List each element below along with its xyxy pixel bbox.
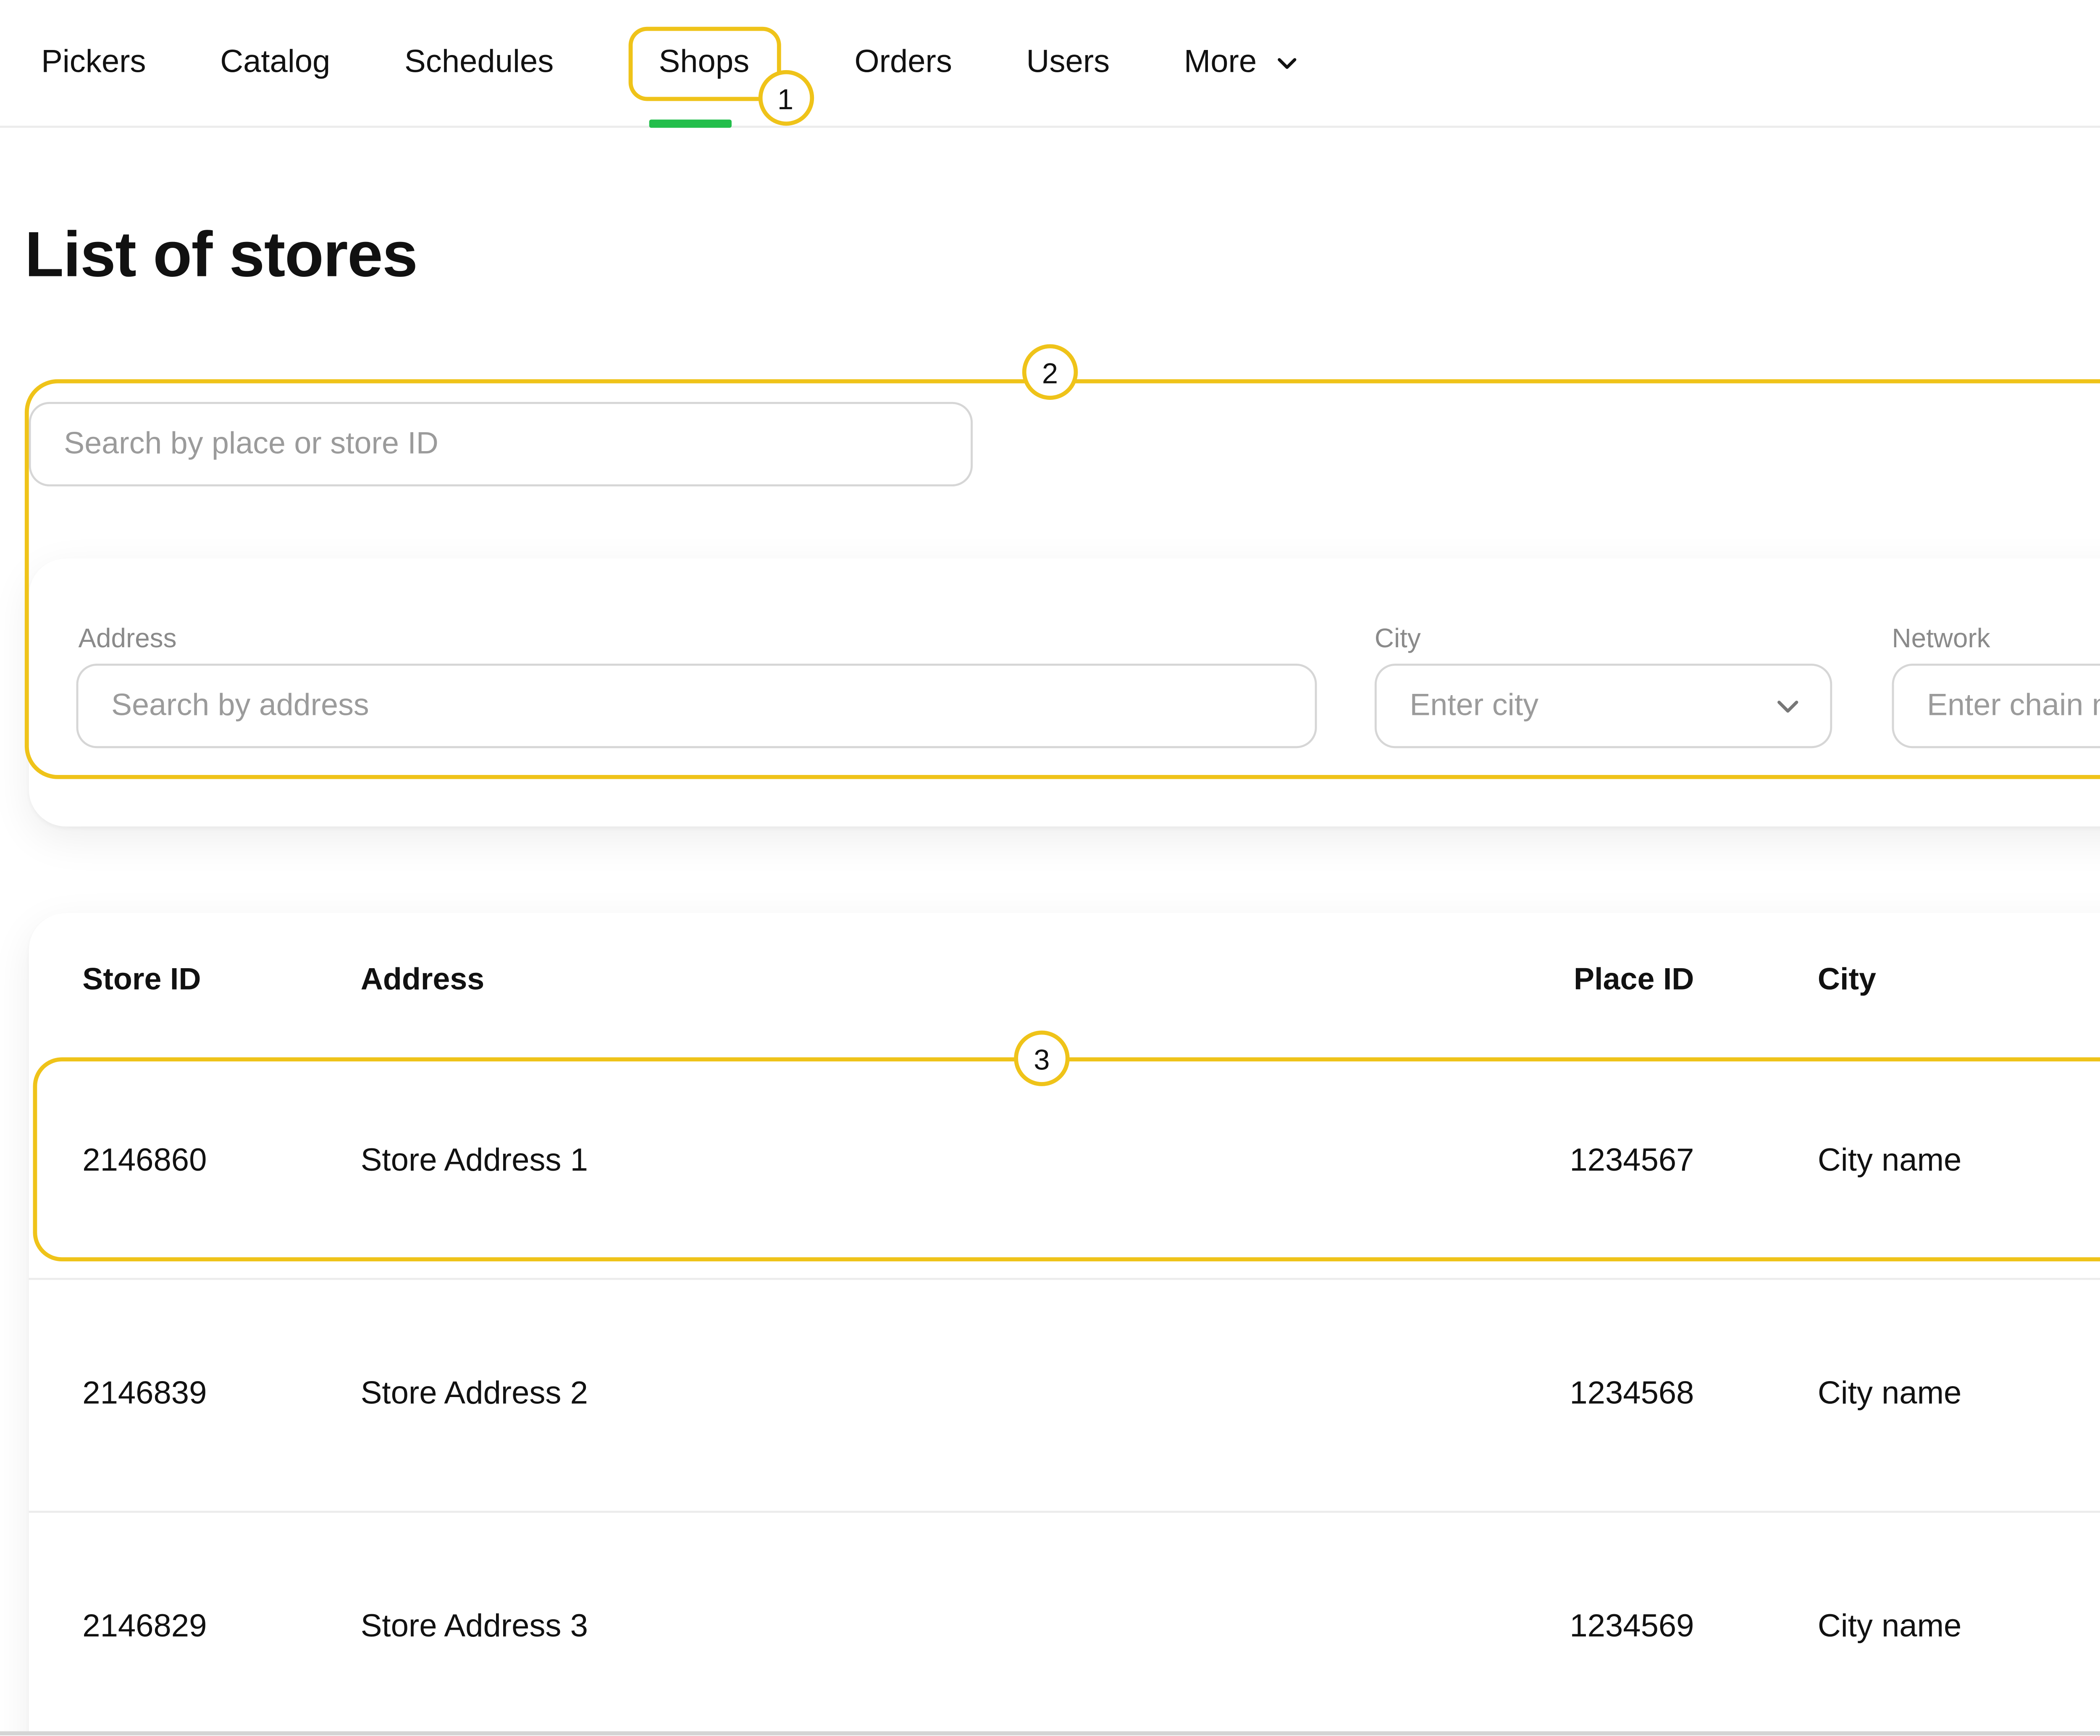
table-row[interactable]: 2146839 Store Address 2 1234568 City nam…	[29, 1278, 2100, 1510]
cell-city: City name	[1694, 1610, 2100, 1647]
chevron-down-icon	[1271, 47, 1302, 79]
cell-store-id: 2146839	[82, 1377, 360, 1414]
nav-item-orders[interactable]: Orders	[854, 44, 952, 81]
annotation-badge-1: 1	[758, 70, 813, 126]
col-header-city: City	[1694, 961, 2100, 996]
network-filter-label: Network	[1892, 622, 1990, 654]
cell-city: City name	[1694, 1377, 2100, 1414]
stores-table: Store ID Address Place ID City Network S…	[29, 913, 2100, 1736]
nav-more-label: More	[1184, 44, 1257, 81]
app-window: Pickers Catalog Schedules Shops 1 Orders…	[0, 0, 2100, 1736]
cell-city: City name	[1694, 1143, 2100, 1180]
nav-item-more[interactable]: More	[1184, 44, 1302, 81]
annotation-badge-2: 2	[1022, 344, 1078, 399]
main-nav: Pickers Catalog Schedules Shops 1 Orders…	[41, 0, 1302, 126]
address-filter-label: Address	[78, 622, 176, 654]
cell-place-id: 1234567	[1519, 1143, 1694, 1180]
network-filter-placeholder: Enter chain name	[1927, 688, 2100, 723]
window-bottom-edge	[0, 1731, 2100, 1736]
address-filter-input[interactable]	[76, 664, 1317, 748]
store-search-input[interactable]	[29, 402, 973, 486]
cell-place-id: 1234568	[1519, 1377, 1694, 1414]
city-filter-label: City	[1375, 622, 1421, 654]
city-filter-select[interactable]: Enter city	[1375, 664, 1832, 748]
nav-item-users[interactable]: Users	[1026, 44, 1110, 81]
col-header-store-id: Store ID	[82, 961, 360, 996]
col-header-address: Address	[361, 961, 1519, 996]
cell-store-id: 2146829	[82, 1610, 360, 1647]
table-header-row: Store ID Address Place ID City Network S…	[29, 913, 2100, 1045]
cell-store-id: 2146860	[82, 1143, 360, 1180]
cell-place-id: 1234569	[1519, 1610, 1694, 1647]
top-bar: Pickers Catalog Schedules Shops 1 Orders…	[0, 0, 2100, 128]
nav-item-schedules[interactable]: Schedules	[404, 44, 554, 81]
cell-address: Store Address 1	[361, 1143, 1519, 1180]
table-row[interactable]: 2146829 Store Address 3 1234569 City nam…	[29, 1511, 2100, 1736]
nav-item-shops[interactable]: Shops	[628, 26, 780, 100]
cell-address: Store Address 3	[361, 1610, 1519, 1647]
filters-panel: Address City Enter city Network Enter ch…	[29, 559, 2100, 827]
annotation-badge-3: 3	[1014, 1030, 1069, 1086]
table-row[interactable]: 2146860 Store Address 1 1234567 City nam…	[29, 1045, 2100, 1278]
chevron-down-icon	[1770, 688, 1805, 723]
col-header-place-id: Place ID	[1519, 961, 1694, 996]
nav-item-pickers[interactable]: Pickers	[41, 44, 146, 81]
nav-item-catalog[interactable]: Catalog	[220, 44, 330, 81]
active-tab-underline	[648, 120, 731, 128]
page-title: List of stores	[25, 218, 417, 293]
nav-item-shops-wrap: Shops 1	[628, 0, 780, 126]
cell-address: Store Address 2	[361, 1377, 1519, 1414]
network-filter-select[interactable]: Enter chain name	[1892, 664, 2100, 748]
city-filter-placeholder: Enter city	[1410, 688, 1538, 723]
